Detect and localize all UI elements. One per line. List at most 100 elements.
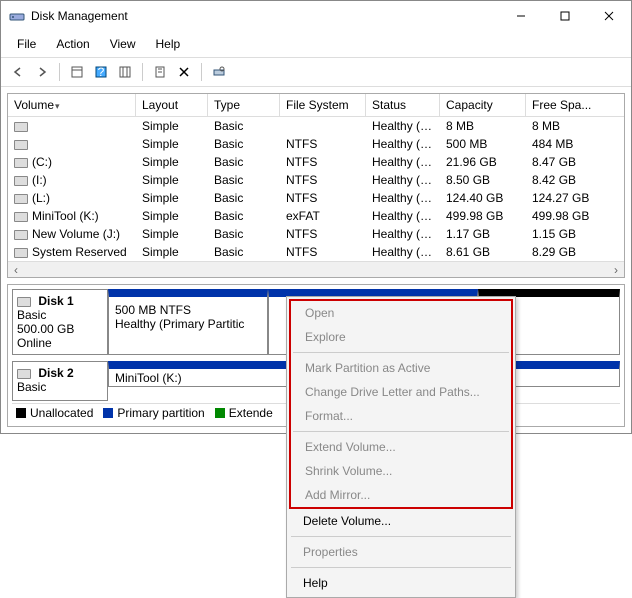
menu-view[interactable]: View: [100, 33, 146, 55]
disk-1-name: Disk 1: [38, 294, 73, 308]
cell-fs: [280, 117, 366, 135]
cell-type: Basic: [208, 189, 280, 207]
ctx-open[interactable]: Open: [291, 301, 511, 325]
forward-button[interactable]: [31, 61, 53, 83]
toolbar: ?: [1, 57, 631, 87]
table-row[interactable]: MiniTool (K:)SimpleBasicexFATHealthy (P.…: [8, 207, 624, 225]
table-row[interactable]: SimpleBasicNTFSHealthy (P...500 MB484 MB: [8, 135, 624, 153]
menu-action[interactable]: Action: [46, 33, 99, 55]
cell-capacity: 124.40 GB: [440, 189, 526, 207]
horizontal-scrollbar[interactable]: ‹ ›: [8, 261, 624, 277]
cell-layout: Simple: [136, 207, 208, 225]
cell-volume: MiniTool (K:): [8, 207, 136, 225]
cell-free: 8.47 GB: [526, 153, 604, 171]
delete-icon[interactable]: [173, 61, 195, 83]
disk-1-state: Online: [17, 336, 52, 350]
window-controls: [499, 1, 631, 31]
col-layout[interactable]: Layout: [136, 94, 208, 116]
maximize-button[interactable]: [543, 1, 587, 31]
cell-fs: exFAT: [280, 207, 366, 225]
back-button[interactable]: [7, 61, 29, 83]
disk-2-name: Disk 2: [38, 366, 73, 380]
col-filesystem[interactable]: File System: [280, 94, 366, 116]
ctx-properties[interactable]: Properties: [289, 540, 513, 564]
legend-unallocated: Unallocated: [16, 406, 93, 420]
cell-capacity: 8 MB: [440, 117, 526, 135]
cell-status: Healthy (B...: [366, 153, 440, 171]
menu-help[interactable]: Help: [146, 33, 191, 55]
cell-fs: NTFS: [280, 243, 366, 261]
volume-icon: [14, 194, 28, 204]
table-row[interactable]: (I:)SimpleBasicNTFSHealthy (L...8.50 GB8…: [8, 171, 624, 189]
cell-type: Basic: [208, 171, 280, 189]
ctx-shrink-volume[interactable]: Shrink Volume...: [291, 459, 511, 483]
cell-capacity: 1.17 GB: [440, 225, 526, 243]
cell-layout: Simple: [136, 225, 208, 243]
cell-volume: System Reserved: [8, 243, 136, 261]
cell-status: Healthy (P...: [366, 189, 440, 207]
ctx-mark-active[interactable]: Mark Partition as Active: [291, 356, 511, 380]
cell-status: Healthy (S...: [366, 243, 440, 261]
cell-status: Healthy (P...: [366, 135, 440, 153]
cell-capacity: 8.50 GB: [440, 171, 526, 189]
cell-free: 8.42 GB: [526, 171, 604, 189]
svg-text:?: ?: [98, 65, 105, 79]
volume-icon: [14, 140, 28, 150]
table-row[interactable]: SimpleBasicHealthy (P...8 MB8 MB: [8, 117, 624, 135]
scroll-right-icon[interactable]: ›: [608, 262, 624, 277]
cell-fs: NTFS: [280, 171, 366, 189]
cell-volume: (C:): [8, 153, 136, 171]
context-menu-highlighted-group: Open Explore Mark Partition as Active Ch…: [289, 299, 513, 509]
ctx-delete-volume[interactable]: Delete Volume...: [289, 509, 513, 533]
disk-1-partition-1[interactable]: 500 MB NTFS Healthy (Primary Partitic: [108, 289, 268, 355]
menubar: File Action View Help: [1, 31, 631, 57]
close-button[interactable]: [587, 1, 631, 31]
cell-capacity: 499.98 GB: [440, 207, 526, 225]
table-row[interactable]: System ReservedSimpleBasicNTFSHealthy (S…: [8, 243, 624, 261]
disk-icon: [17, 369, 31, 379]
cell-type: Basic: [208, 225, 280, 243]
cell-free: 8 MB: [526, 117, 604, 135]
table-row[interactable]: (C:)SimpleBasicNTFSHealthy (B...21.96 GB…: [8, 153, 624, 171]
cell-type: Basic: [208, 135, 280, 153]
cell-type: Basic: [208, 153, 280, 171]
col-volume[interactable]: Volume▾: [8, 94, 136, 116]
minimize-button[interactable]: [499, 1, 543, 31]
settings-button[interactable]: [114, 61, 136, 83]
volume-icon: [14, 248, 28, 258]
partition-size-label: 500 MB NTFS: [115, 303, 261, 317]
disk-settings-button[interactable]: [208, 61, 230, 83]
disk-1-header[interactable]: Disk 1 Basic 500.00 GB Online: [12, 289, 108, 355]
cell-layout: Simple: [136, 135, 208, 153]
col-capacity[interactable]: Capacity: [440, 94, 526, 116]
cell-type: Basic: [208, 117, 280, 135]
refresh-button[interactable]: [149, 61, 171, 83]
cell-fs: NTFS: [280, 225, 366, 243]
ctx-add-mirror[interactable]: Add Mirror...: [291, 483, 511, 507]
volume-icon: [14, 212, 28, 222]
cell-layout: Simple: [136, 153, 208, 171]
menu-file[interactable]: File: [7, 33, 46, 55]
help-button[interactable]: ?: [90, 61, 112, 83]
window-title: Disk Management: [31, 9, 499, 23]
table-row[interactable]: New Volume (J:)SimpleBasicNTFSHealthy (P…: [8, 225, 624, 243]
col-type[interactable]: Type: [208, 94, 280, 116]
col-free[interactable]: Free Spa...: [526, 94, 604, 116]
table-row[interactable]: (L:)SimpleBasicNTFSHealthy (P...124.40 G…: [8, 189, 624, 207]
disk-1-size: 500.00 GB: [17, 322, 74, 336]
legend-primary: Primary partition: [103, 406, 204, 420]
app-icon: [9, 8, 25, 24]
cell-capacity: 8.61 GB: [440, 243, 526, 261]
disk-icon: [17, 297, 31, 307]
ctx-explore[interactable]: Explore: [291, 325, 511, 349]
ctx-extend-volume[interactable]: Extend Volume...: [291, 435, 511, 459]
col-status[interactable]: Status: [366, 94, 440, 116]
cell-free: 499.98 GB: [526, 207, 604, 225]
ctx-help[interactable]: Help: [289, 571, 513, 595]
ctx-format[interactable]: Format...: [291, 404, 511, 428]
cell-fs: NTFS: [280, 189, 366, 207]
show-hide-tree-button[interactable]: [66, 61, 88, 83]
disk-2-header[interactable]: Disk 2 Basic: [12, 361, 108, 401]
scroll-left-icon[interactable]: ‹: [8, 262, 24, 277]
ctx-change-drive-letter[interactable]: Change Drive Letter and Paths...: [291, 380, 511, 404]
